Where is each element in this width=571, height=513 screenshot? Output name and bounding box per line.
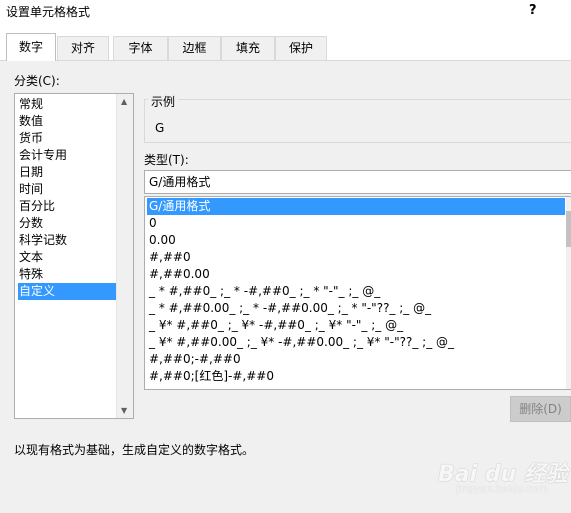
- baidu-watermark: Bai du 经验 jingyan.baidu.com: [438, 456, 568, 508]
- format-item[interactable]: #,##0: [147, 249, 567, 266]
- category-item[interactable]: 文本: [18, 249, 118, 266]
- category-list[interactable]: 常规 数值 货币 会计专用 日期 时间 百分比 分数 科学记数 文本 特殊 自定…: [14, 93, 134, 419]
- delete-button[interactable]: 删除(D): [510, 396, 571, 422]
- format-item[interactable]: _ ¥* #,##0_ ;_ ¥* -#,##0_ ;_ ¥* "-"_ ;_ …: [147, 317, 567, 334]
- format-list[interactable]: G/通用格式 0 0.00 #,##0 #,##0.00 _ * #,##0_ …: [144, 196, 571, 390]
- type-label: 类型(T):: [144, 153, 189, 167]
- tab-alignment[interactable]: 对齐: [57, 36, 109, 60]
- category-item[interactable]: 时间: [18, 181, 118, 198]
- tab-fill[interactable]: 填充: [221, 36, 275, 60]
- format-description: 以现有格式为基础，生成自定义的数字格式。: [14, 443, 255, 457]
- sample-label: 示例: [148, 93, 179, 110]
- format-item[interactable]: 0.00: [147, 232, 567, 249]
- category-item[interactable]: 特殊: [18, 266, 118, 283]
- help-button[interactable]: ?: [529, 3, 537, 18]
- sample-groupbox: [144, 99, 571, 143]
- category-item[interactable]: 分数: [18, 215, 118, 232]
- dialog-title: 设置单元格格式: [6, 5, 91, 19]
- category-item[interactable]: 常规: [18, 96, 118, 113]
- sample-value: G: [155, 121, 165, 135]
- watermark-url: jingyan.baidu.com: [456, 484, 549, 495]
- category-item[interactable]: 数值: [18, 113, 118, 130]
- scroll-down-icon[interactable]: ▼: [121, 406, 127, 415]
- category-item[interactable]: 会计专用: [18, 147, 118, 164]
- category-item[interactable]: 科学记数: [18, 232, 118, 249]
- category-item[interactable]: 日期: [18, 164, 118, 181]
- format-item[interactable]: #,##0.00: [147, 266, 567, 283]
- category-item[interactable]: 百分比: [18, 198, 118, 215]
- category-label: 分类(C):: [14, 74, 60, 88]
- category-item[interactable]: 货币: [18, 130, 118, 147]
- format-item[interactable]: #,##0;[红色]-#,##0: [147, 368, 567, 385]
- format-item[interactable]: _ ¥* #,##0.00_ ;_ ¥* -#,##0.00_ ;_ ¥* "-…: [147, 334, 567, 351]
- format-item[interactable]: #,##0;-#,##0: [147, 351, 567, 368]
- scroll-up-icon[interactable]: ▲: [121, 97, 127, 106]
- format-item[interactable]: 0: [147, 215, 567, 232]
- tab-border[interactable]: 边框: [168, 36, 221, 60]
- type-input[interactable]: G/通用格式: [144, 170, 571, 194]
- format-scrollbar[interactable]: [566, 197, 571, 389]
- category-scrollbar[interactable]: ▲ ▼: [116, 94, 133, 418]
- format-item[interactable]: _ * #,##0.00_ ;_ * -#,##0.00_ ;_ * "-"??…: [147, 300, 567, 317]
- format-item-selected[interactable]: G/通用格式: [147, 198, 565, 215]
- tab-protection[interactable]: 保护: [275, 36, 327, 60]
- format-item[interactable]: _ * #,##0_ ;_ * -#,##0_ ;_ * "-"_ ;_ @_: [147, 283, 567, 300]
- format-scroll-thumb[interactable]: [566, 211, 571, 247]
- tab-number[interactable]: 数字: [6, 33, 56, 61]
- tab-font[interactable]: 字体: [113, 36, 168, 60]
- category-item-selected[interactable]: 自定义: [18, 283, 118, 300]
